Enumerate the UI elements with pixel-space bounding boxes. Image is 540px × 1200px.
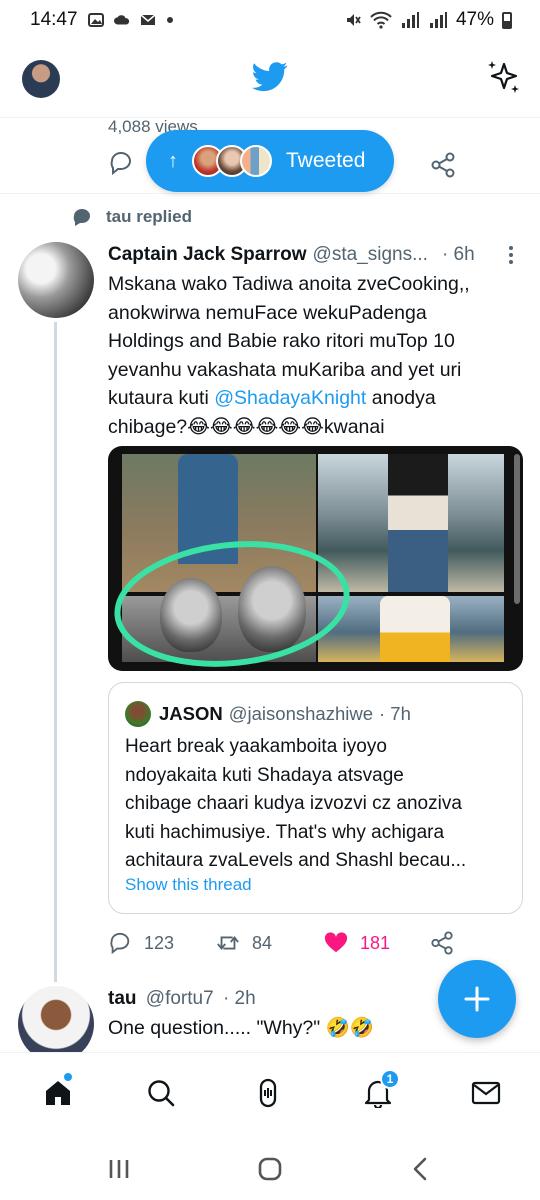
reply-count: 123 [144, 932, 175, 953]
envelope-icon [471, 1081, 501, 1105]
recent-apps-icon[interactable] [104, 1154, 134, 1184]
speech-bubble-icon [73, 209, 90, 226]
search-icon [148, 1080, 175, 1107]
quote-author-handle: @jaisonshazhiwe [228, 703, 373, 724]
more-options-icon[interactable] [506, 244, 516, 266]
thread-line [54, 322, 57, 982]
tweet-text-line: chibage?😂😂😂😂😂😂kwanai [108, 415, 385, 438]
tweet-text-line: Mskana wako Tadiwa anoita zveCooking,, [108, 273, 470, 295]
reply-header: tau @fortu7 · 2h [108, 988, 256, 1010]
nav-messages[interactable] [468, 1075, 504, 1111]
wifi-icon [370, 11, 392, 29]
gallery-notification-icon [87, 13, 104, 27]
tweet-text-line: anokwirwa nemuFace wekuPadenga [108, 301, 427, 324]
retweet-button[interactable]: 84 [216, 930, 272, 956]
tweet-header: Captain Jack Sparrow @sta_signs... · 6h [108, 244, 518, 266]
retweet-icon [217, 935, 239, 951]
sparkle-icon[interactable] [486, 58, 522, 94]
tweet-text-line: Holdings and Babie rako ritori muTop 10 [108, 330, 455, 352]
more-notifications-dot-icon [166, 17, 173, 23]
reply-icon [110, 932, 130, 955]
mention-link[interactable]: @ShadayaKnight [214, 387, 366, 409]
arrow-up-icon: ↑ [168, 149, 178, 172]
heart-filled-icon [324, 932, 348, 953]
reply-author-avatar[interactable] [18, 986, 94, 1062]
home-icon [46, 1081, 70, 1105]
cloud-notification-icon [113, 15, 129, 25]
nav-spaces[interactable] [250, 1075, 286, 1111]
home-unread-dot [64, 1073, 72, 1081]
quote-text-line: achitaura zvaLevels and Shashl becau... [125, 850, 467, 871]
reply-text: One question..... "Why?" 🤣🤣 [108, 1017, 375, 1039]
reply-author-handle[interactable]: @fortu7 [146, 988, 214, 1009]
nav-notifications[interactable]: 1 [360, 1069, 400, 1111]
share-icon[interactable] [430, 152, 456, 178]
back-icon[interactable] [406, 1154, 436, 1184]
signal-icon-1 [401, 12, 419, 28]
quote-avatar [125, 701, 151, 727]
twitter-bird-icon[interactable] [252, 62, 288, 92]
tweet-actions: 123 84 181 [108, 930, 528, 960]
tweet-author-handle[interactable]: @sta_signs... [313, 244, 428, 266]
media-edge [514, 454, 520, 604]
quote-timestamp: · 7h [379, 703, 411, 724]
battery-percent: 47% [455, 9, 494, 30]
show-thread-link[interactable]: Show this thread [125, 875, 252, 895]
compose-tweet-button[interactable] [438, 960, 516, 1038]
app-header [0, 40, 540, 118]
status-bar: 14:47 47% [0, 0, 540, 40]
pill-label: Tweeted [286, 149, 366, 172]
mail-notification-icon [140, 14, 156, 25]
new-tweets-pill[interactable]: ↑ Tweeted [146, 130, 394, 192]
quote-author-name: JASON [159, 703, 223, 724]
nav-home[interactable] [40, 1073, 76, 1111]
home-button-icon[interactable] [255, 1154, 285, 1184]
tweet-text-segment: anodya [366, 387, 436, 409]
pill-avatars [192, 145, 272, 177]
author-avatar[interactable] [18, 242, 94, 318]
notifications-badge: 1 [380, 1069, 400, 1089]
status-right: 47% [344, 9, 512, 31]
quote-text-line: ndoyakaita kuti Shadaya atsvage [125, 764, 404, 786]
bottom-nav: 1 [0, 1052, 540, 1136]
tweet-timestamp[interactable]: · 6h [442, 244, 475, 266]
quote-header: JASON @jaisonshazhiwe · 7h [125, 701, 411, 727]
quote-text: Heart break yaakamboita iyoyo ndoyakaita… [125, 733, 515, 876]
share-button[interactable] [430, 930, 454, 956]
photo-figure [388, 454, 448, 592]
retweet-count: 84 [252, 932, 273, 953]
signal-icon-2 [429, 12, 447, 28]
tweet-text-line: kutaura kuti @ShadayaKnight anodya [108, 384, 520, 413]
status-left: 14:47 [30, 9, 174, 31]
quoted-tweet[interactable]: JASON @jaisonshazhiwe · 7h Heart break y… [108, 682, 523, 914]
system-nav [0, 1136, 540, 1200]
avatar [240, 145, 272, 177]
tweet-author-name[interactable]: Captain Jack Sparrow [108, 244, 307, 266]
media-photo[interactable] [318, 454, 504, 592]
tweet-text-line: yevanhu vakashata muKariba and yet uri [108, 358, 462, 381]
reply-icon[interactable] [108, 150, 134, 176]
tweet-text: Mskana wako Tadiwa anoita zveCooking,, a… [108, 270, 520, 441]
share-icon [431, 931, 453, 955]
nav-search[interactable] [143, 1075, 179, 1111]
quote-text-line: Heart break yaakamboita iyoyo [125, 736, 387, 757]
tweet-text-segment: kutaura kuti [108, 387, 215, 409]
tweet-media[interactable] [108, 446, 523, 671]
quote-text-line: kuti hachimusiye. That's why achigara [125, 821, 445, 843]
reply-button[interactable]: 123 [108, 930, 174, 956]
photo-figure [380, 596, 450, 662]
status-time: 14:47 [30, 9, 78, 30]
reply-author-name[interactable]: tau [108, 988, 137, 1009]
reply-context-label: tau replied [106, 207, 192, 226]
profile-avatar[interactable] [22, 60, 60, 98]
like-count: 181 [360, 932, 391, 953]
battery-icon [502, 11, 512, 29]
reply-context[interactable]: tau replied [72, 207, 192, 227]
like-button[interactable]: 181 [324, 930, 390, 956]
quote-text-line: chibage chaari kudya izvozvi cz anoziva [125, 793, 462, 814]
plus-icon [464, 986, 490, 1012]
spaces-microphone-icon [259, 1078, 277, 1108]
mute-icon [346, 14, 361, 26]
reply-timestamp[interactable]: · 2h [223, 988, 256, 1009]
